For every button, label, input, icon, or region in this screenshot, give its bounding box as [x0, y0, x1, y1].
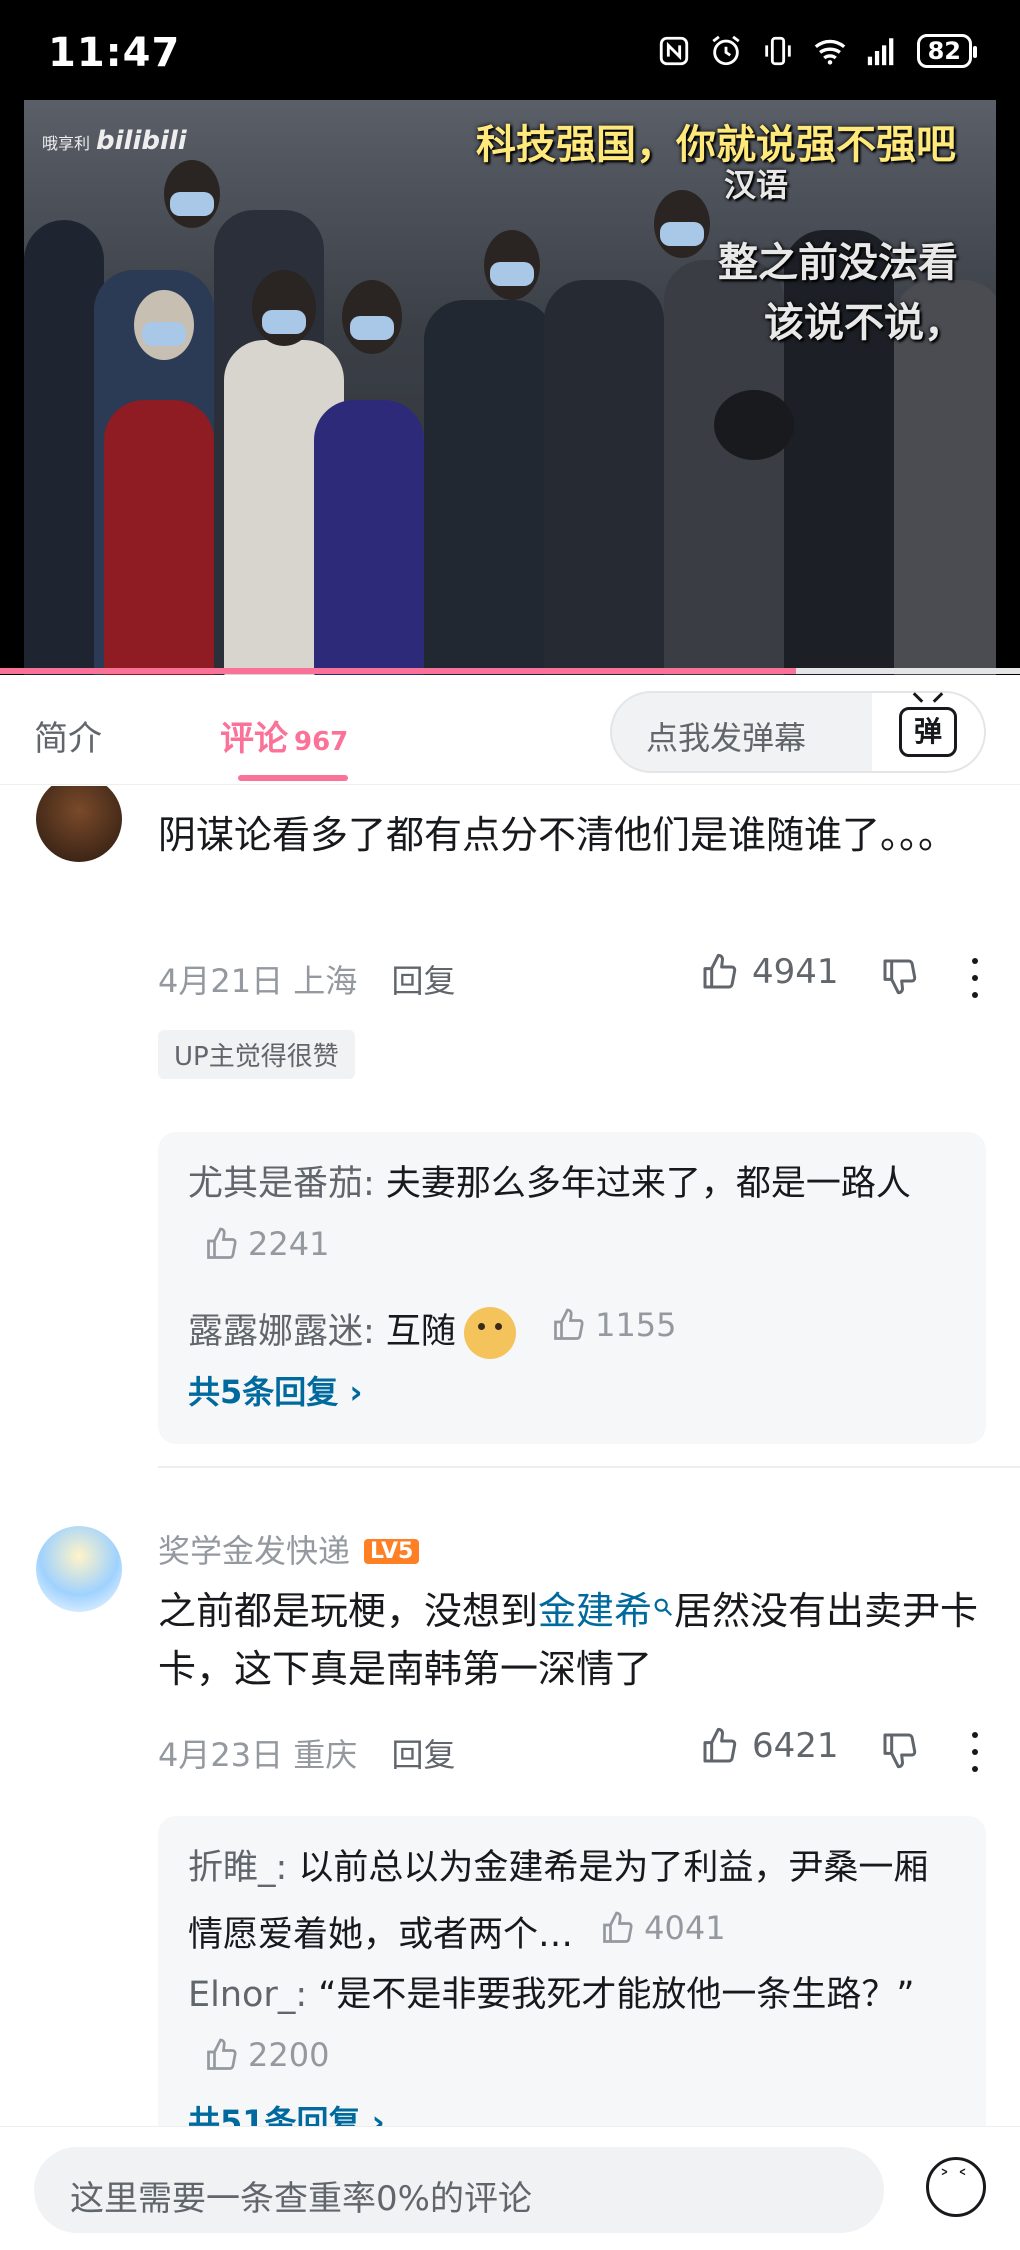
reply-preview-box[interactable]: 尤其是番茄: 夫妻那么多年过来了，都是一路人 2241 露露娜露迷: 互随 11…: [158, 1132, 986, 1444]
search-icon: [654, 1598, 673, 1617]
reply-like-count: 2200: [248, 2036, 330, 2074]
reply-text: 互随: [374, 1312, 456, 1352]
more-options-icon[interactable]: [970, 958, 980, 998]
comment-text: 之前都是玩梗，没想到金建希 居然没有出卖尹卡卡，这下真是南韩第一深情了: [158, 1589, 979, 1691]
reply-username[interactable]: 折睢_:: [188, 1848, 287, 1888]
comment-input-placeholder: 这里需要一条查重率0%的评论: [70, 2179, 532, 2219]
wifi-icon: [814, 39, 845, 65]
nfc-icon: [659, 36, 688, 66]
reply-like[interactable]: 2241: [204, 1214, 329, 1274]
emoji-icon[interactable]: [926, 2157, 986, 2217]
comment-username[interactable]: 奖学金发快递 LV5: [158, 1526, 420, 1572]
thumb-up-icon: [207, 2038, 237, 2070]
reply-like[interactable]: 2200: [204, 2025, 329, 2085]
comment-count: 967: [294, 727, 349, 757]
danmaku-placeholder: 点我发弹幕: [646, 719, 807, 757]
reply-item[interactable]: 尤其是番茄: 夫妻那么多年过来了，都是一路人 2241: [188, 1154, 956, 1281]
signal-icon: [867, 38, 893, 66]
comment-input[interactable]: 这里需要一条查重率0%的评论: [34, 2147, 884, 2233]
overlay-partial: 汉语: [724, 166, 789, 204]
thumb-up-icon: [603, 1911, 633, 1943]
reply-like-count: 2241: [248, 1225, 330, 1263]
more-options-icon[interactable]: [970, 1732, 980, 1772]
thumb-up-icon: [554, 1308, 584, 1340]
reply-username[interactable]: Elnor_:: [188, 1975, 307, 2015]
video-player[interactable]: 哦享利 bilibili 科技强国，你就说强不强吧 汉语 整之前没法看 该说不说，: [0, 100, 1020, 675]
tab-intro[interactable]: 简介: [34, 711, 102, 760]
reply-like-count: 1155: [595, 1306, 677, 1344]
avatar[interactable]: [36, 786, 122, 862]
thumb-up-icon: [207, 1227, 237, 1259]
reply-text: 夫妻那么多年过来了，都是一路人: [374, 1164, 911, 1204]
tab-bar: 简介 评论 967 点我发弹幕 弹: [0, 675, 1020, 785]
comment-input-bar: 这里需要一条查重率0%的评论: [0, 2126, 1020, 2250]
thumb-up-icon: [703, 953, 737, 989]
status-icons: 82: [657, 34, 978, 68]
overlay-line-1: 科技强国，你就说强不强吧: [476, 122, 956, 168]
comment-date: 4月21日: [158, 962, 284, 1000]
like-button[interactable]: 4941: [700, 952, 839, 992]
reply-button[interactable]: 回复: [391, 962, 455, 1000]
view-all-replies-link[interactable]: 共5条回复 ›: [188, 1362, 956, 1422]
reply-text: “是不是非要我死才能放他一条生路？”: [307, 1975, 915, 2015]
overlay-line-2: 整之前没法看: [718, 240, 958, 286]
reply-username[interactable]: 露露娜露迷:: [188, 1312, 375, 1352]
comment-list[interactable]: 阴谋论看多了都有点分不清他们是谁随谁了。。。 4月21日 上海 回复 4941 …: [0, 786, 1020, 2126]
video-progress-fill: [0, 668, 796, 674]
like-button[interactable]: 6421: [700, 1726, 839, 1766]
tab-comments-label: 评论: [220, 719, 288, 759]
doge-emoji-icon: [463, 1307, 516, 1359]
thumb-up-icon: [703, 1727, 737, 1763]
reply-like-count: 4041: [644, 1909, 726, 1947]
thumb-down-icon[interactable]: [880, 1730, 920, 1770]
video-frame: 哦享利 bilibili 科技强国，你就说强不强吧 汉语 整之前没法看 该说不说，: [24, 100, 996, 675]
tab-comments[interactable]: 评论 967: [220, 711, 348, 760]
comment-meta: 4月23日 重庆 回复: [158, 1730, 455, 1776]
comment-location: 重庆: [293, 1736, 358, 1774]
reply-item[interactable]: Elnor_: “是不是非要我死才能放他一条生路？” 2200: [188, 1965, 956, 2092]
video-watermark: 哦享利 bilibili: [42, 126, 187, 156]
comment-divider: [158, 1466, 1020, 1468]
comment-date: 4月23日: [158, 1736, 284, 1774]
view-all-replies-link[interactable]: 共51条回复 ›: [188, 2092, 956, 2126]
avatar[interactable]: [36, 1526, 122, 1612]
level-badge: LV5: [364, 1539, 420, 1564]
danmaku-input[interactable]: 点我发弹幕 弹: [610, 691, 986, 773]
comment-text: 阴谋论看多了都有点分不清他们是谁随谁了。。。: [158, 813, 957, 857]
reply-text: 以前总以为金建希是为了利益，尹桑一厢情愿爱着她，或者两个…: [188, 1848, 929, 1955]
like-count: 6421: [752, 1726, 839, 1766]
comment-location: 上海: [293, 962, 358, 1000]
reply-username[interactable]: 尤其是番茄:: [188, 1164, 375, 1204]
danmaku-icon: 弹: [899, 707, 957, 757]
clock: 11:47: [48, 30, 181, 76]
reply-like[interactable]: 4041: [600, 1898, 726, 1958]
comment-meta: 4月21日 上海 回复: [158, 956, 455, 1002]
overlay-line-3: 该说不说，: [764, 300, 964, 346]
vibrate-icon: [764, 36, 791, 66]
reply-item[interactable]: 露露娜露迷: 互随 1155: [188, 1295, 956, 1362]
reply-button[interactable]: 回复: [391, 1736, 455, 1774]
like-count: 4941: [752, 952, 839, 992]
danmaku-toggle-button[interactable]: 弹: [872, 693, 984, 771]
battery-icon: 82: [916, 34, 978, 68]
reply-item[interactable]: 折睢_: 以前总以为金建希是为了利益，尹桑一厢情愿爱着她，或者两个… 4041: [188, 1838, 956, 1965]
alarm-icon: [711, 35, 740, 66]
tab-indicator: [238, 775, 348, 781]
status-bar: 11:47 82: [0, 0, 1020, 100]
reply-preview-box[interactable]: 折睢_: 以前总以为金建希是为了利益，尹桑一厢情愿爱着她，或者两个… 4041 …: [158, 1816, 986, 2126]
video-progress-bar[interactable]: [0, 668, 1020, 674]
thumb-down-icon[interactable]: [880, 956, 920, 996]
up-liked-badge: UP主觉得很赞: [158, 1030, 355, 1079]
search-keyword-link[interactable]: 金建希: [538, 1589, 674, 1633]
reply-like[interactable]: 1155: [551, 1295, 677, 1355]
